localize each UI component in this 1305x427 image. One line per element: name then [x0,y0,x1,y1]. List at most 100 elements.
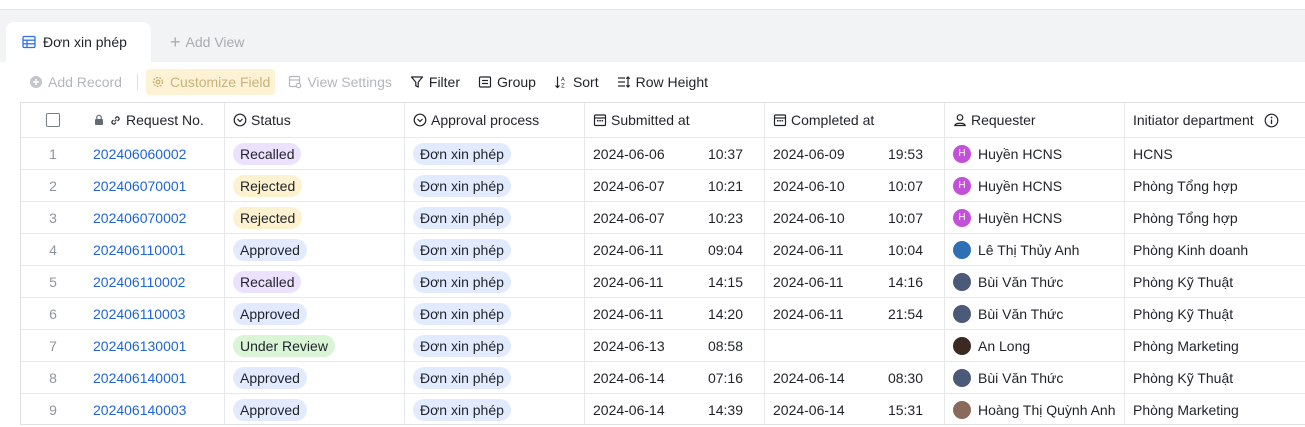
request-no-link[interactable]: 202406110002 [93,274,185,290]
request-no-cell[interactable]: 202406140001 [85,362,225,393]
requester-cell[interactable]: H Huyền HCNS [945,138,1125,169]
table-row[interactable]: 2 202406070001 Rejected Đơn xin phép 2024-06… [21,170,1305,202]
filter-button[interactable]: Filter [405,69,465,95]
row-number-cell[interactable]: 5 [21,266,85,297]
avatar[interactable]: H [953,144,971,163]
completed-at-cell[interactable]: 2024-06-14 08:30 [765,362,945,393]
requester-cell[interactable]: Bùi Văn Thức [945,362,1125,393]
avatar[interactable] [953,240,971,259]
table-row[interactable]: 4 202406110001 Approved Đơn xin phép 2024-06… [21,234,1305,266]
tab-don-xin-phep[interactable]: Đơn xin phép [6,22,151,62]
row-number-cell[interactable]: 2 [21,170,85,201]
select-all-checkbox[interactable] [46,113,60,127]
column-header-status[interactable]: Status [225,103,405,137]
status-cell[interactable]: Approved [225,362,405,393]
department-cell[interactable]: Phòng Marketing [1125,394,1305,424]
row-number-cell[interactable]: 4 [21,234,85,265]
submitted-at-cell[interactable]: 2024-06-07 10:21 [585,170,765,201]
request-no-link[interactable]: 202406140003 [93,402,186,418]
requester-cell[interactable]: Bùi Văn Thức [945,266,1125,297]
status-cell[interactable]: Under Review [225,330,405,361]
department-cell[interactable]: Phòng Tổng hợp [1125,202,1305,233]
completed-at-cell[interactable]: 2024-06-10 10:07 [765,170,945,201]
submitted-at-cell[interactable]: 2024-06-11 14:15 [585,266,765,297]
approval-process-cell[interactable]: Đơn xin phép [405,298,585,329]
submitted-at-cell[interactable]: 2024-06-11 09:04 [585,234,765,265]
approval-process-cell[interactable]: Đơn xin phép [405,234,585,265]
table-row[interactable]: 3 202406070002 Rejected Đơn xin phép 2024-06… [21,202,1305,234]
completed-at-cell[interactable]: 2024-06-09 19:53 [765,138,945,169]
request-no-cell[interactable]: 202406140003 [85,394,225,424]
submitted-at-cell[interactable]: 2024-06-13 08:58 [585,330,765,361]
department-cell[interactable]: Phòng Kinh doanh [1125,234,1305,265]
requester-cell[interactable]: Bùi Văn Thức [945,298,1125,329]
column-header-request-no[interactable]: Request No. [85,103,225,137]
table-row[interactable]: 8 202406140001 Approved Đơn xin phép 2024-06… [21,362,1305,394]
department-cell[interactable]: Phòng Marketing [1125,330,1305,361]
request-no-cell[interactable]: 202406110002 [85,266,225,297]
completed-at-cell[interactable]: 2024-06-11 21:54 [765,298,945,329]
completed-at-cell[interactable]: 2024-06-11 14:16 [765,266,945,297]
table-row[interactable]: 6 202406110003 Approved Đơn xin phép 2024-06… [21,298,1305,330]
approval-process-cell[interactable]: Đơn xin phép [405,266,585,297]
approval-process-cell[interactable]: Đơn xin phép [405,394,585,424]
request-no-cell[interactable]: 202406070002 [85,202,225,233]
row-number-cell[interactable]: 1 [21,138,85,169]
department-cell[interactable]: HCNS [1125,138,1305,169]
row-number-cell[interactable]: 7 [21,330,85,361]
submitted-at-cell[interactable]: 2024-06-14 07:16 [585,362,765,393]
add-view-button[interactable]: + Add View [170,32,244,52]
requester-cell[interactable]: H Huyền HCNS [945,202,1125,233]
department-cell[interactable]: Phòng Kỹ Thuật [1125,362,1305,393]
requester-cell[interactable]: Lê Thị Thủy Anh [945,234,1125,265]
approval-process-cell[interactable]: Đơn xin phép [405,362,585,393]
request-no-cell[interactable]: 202406110003 [85,298,225,329]
status-cell[interactable]: Approved [225,234,405,265]
row-number-cell[interactable]: 3 [21,202,85,233]
request-no-link[interactable]: 202406070002 [93,210,186,226]
avatar[interactable] [953,368,971,387]
avatar[interactable] [953,304,971,323]
avatar[interactable] [953,272,971,291]
requester-cell[interactable]: Hoàng Thị Quỳnh Anh [945,394,1125,424]
requester-cell[interactable]: An Long [945,330,1125,361]
request-no-cell[interactable]: 202406130001 [85,330,225,361]
row-number-cell[interactable]: 9 [21,394,85,424]
group-button[interactable]: Group [473,69,541,95]
requester-cell[interactable]: H Huyền HCNS [945,170,1125,201]
column-header-completed-at[interactable]: Completed at [765,103,945,137]
submitted-at-cell[interactable]: 2024-06-14 14:39 [585,394,765,424]
column-header-approval-process[interactable]: Approval process [405,103,585,137]
column-header-requester[interactable]: Requester [945,103,1125,137]
completed-at-cell[interactable] [765,330,945,361]
completed-at-cell[interactable]: 2024-06-14 15:31 [765,394,945,424]
completed-at-cell[interactable]: 2024-06-11 10:04 [765,234,945,265]
request-no-link[interactable]: 202406110001 [93,242,185,258]
submitted-at-cell[interactable]: 2024-06-06 10:37 [585,138,765,169]
status-cell[interactable]: Approved [225,298,405,329]
submitted-at-cell[interactable]: 2024-06-07 10:23 [585,202,765,233]
select-all-checkbox-cell[interactable] [21,103,85,137]
approval-process-cell[interactable]: Đơn xin phép [405,202,585,233]
table-row[interactable]: 5 202406110002 Recalled Đơn xin phép 2024-06… [21,266,1305,298]
avatar[interactable] [953,336,971,355]
department-cell[interactable]: Phòng Tổng hợp [1125,170,1305,201]
row-number-cell[interactable]: 8 [21,362,85,393]
department-cell[interactable]: Phòng Kỹ Thuật [1125,298,1305,329]
view-settings-button[interactable]: View Settings [283,69,397,95]
completed-at-cell[interactable]: 2024-06-10 10:07 [765,202,945,233]
column-header-initiator-department[interactable]: Initiator department [1125,103,1305,137]
request-no-link[interactable]: 202406110003 [93,306,185,322]
request-no-link[interactable]: 202406070001 [93,178,186,194]
submitted-at-cell[interactable]: 2024-06-11 14:20 [585,298,765,329]
request-no-link[interactable]: 202406140001 [93,370,186,386]
column-header-submitted-at[interactable]: Submitted at [585,103,765,137]
request-no-cell[interactable]: 202406110001 [85,234,225,265]
info-icon[interactable] [1264,113,1279,128]
avatar[interactable] [953,400,971,419]
request-no-link[interactable]: 202406130001 [93,338,186,354]
status-cell[interactable]: Recalled [225,138,405,169]
approval-process-cell[interactable]: Đơn xin phép [405,138,585,169]
approval-process-cell[interactable]: Đơn xin phép [405,170,585,201]
status-cell[interactable]: Rejected [225,202,405,233]
